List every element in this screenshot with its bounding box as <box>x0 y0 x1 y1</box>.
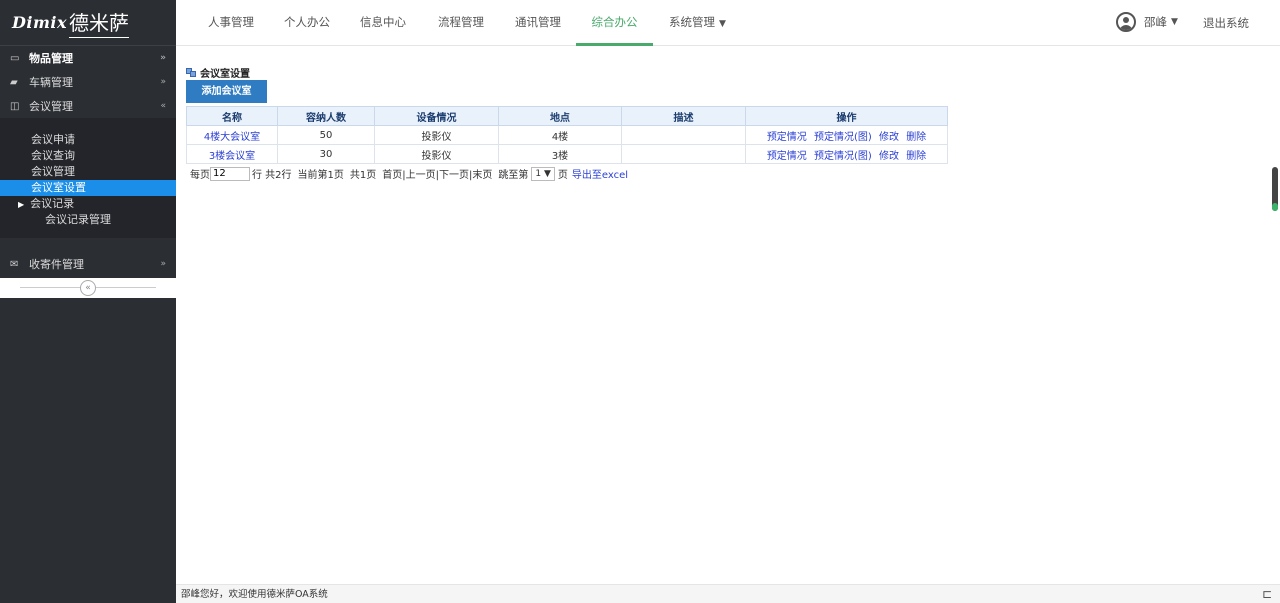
scrollbar[interactable] <box>1272 167 1278 211</box>
sidebar: Dimix 德米萨 ▭ 物品管理 » ▰ 车辆管理 » ◫ 会议管理 « 会议申… <box>0 0 176 603</box>
room-name-cell: 3楼会议室 <box>186 144 278 164</box>
actions-cell: 预定情况 预定情况(图) 修改 删除 <box>745 144 948 164</box>
total-pages: 共1页 <box>349 170 377 181</box>
user-name: 邵峰 <box>1144 15 1167 29</box>
per-page-input[interactable] <box>210 166 250 181</box>
export-excel-link[interactable]: 导出至excel <box>572 166 628 181</box>
edit-link[interactable]: 修改 <box>879 132 899 143</box>
sidebar-group-label: 物品管理 <box>29 52 73 65</box>
description-cell <box>621 144 746 164</box>
collapse-sidebar-button[interactable]: « <box>80 280 96 296</box>
chevron-down-icon: » <box>160 77 166 87</box>
table-row: 4楼大会议室 50 投影仪 4楼 预定情况 预定情况(图) 修改 删除 <box>186 125 948 145</box>
caret-down-icon: ▼ <box>719 19 726 29</box>
capacity-cell: 50 <box>277 125 375 145</box>
page-nav-links[interactable]: 首页|上一页|下一页|末页 <box>382 166 492 181</box>
caret-down-icon: ▼ <box>1171 17 1178 27</box>
nav-personal[interactable]: 个人办公 <box>284 0 330 46</box>
meeting-submenu: 会议申请 会议查询 会议管理 会议室设置 ▶ 会议记录 会议记录管理 <box>0 118 176 238</box>
return-icon[interactable]: ⊏ <box>1262 585 1272 603</box>
page-select[interactable]: 1 ▼ <box>531 166 555 181</box>
tray-icon: ▭ <box>10 52 20 64</box>
column-header: 名称 <box>186 106 278 126</box>
nav-general-office[interactable]: 综合办公 <box>576 0 653 46</box>
room-name-link[interactable]: 4楼大会议室 <box>204 132 260 143</box>
logo-latin: Dimix <box>12 13 67 32</box>
chevron-down-icon: » <box>160 53 166 63</box>
footer-greeting: 邵峰您好，欢迎使用德米萨OA系统 <box>181 589 328 600</box>
location-cell: 4楼 <box>498 125 622 145</box>
chevron-down-icon: » <box>160 259 166 269</box>
booking-chart-link[interactable]: 预定情况(图) <box>814 151 872 162</box>
nav-hr[interactable]: 人事管理 <box>208 0 254 46</box>
sidebar-group-vehicles[interactable]: ▰ 车辆管理 » <box>0 70 176 94</box>
column-header: 描述 <box>621 106 746 126</box>
sidebar-group-label: 车辆管理 <box>29 76 73 89</box>
actions-cell: 预定情况 预定情况(图) 修改 删除 <box>745 125 948 145</box>
delete-link[interactable]: 删除 <box>906 151 926 162</box>
capacity-cell: 30 <box>277 144 375 164</box>
sidebar-item-meeting-manage[interactable]: 会议管理 <box>0 164 176 180</box>
rows-info: 行 共2行 <box>252 170 292 181</box>
nav-info[interactable]: 信息中心 <box>360 0 406 46</box>
nav-system-label: 系统管理 <box>669 15 715 29</box>
description-cell <box>621 125 746 145</box>
table-row: 3楼会议室 30 投影仪 3楼 预定情况 预定情况(图) 修改 删除 <box>186 144 948 164</box>
page-suffix: 页 <box>557 170 568 181</box>
page-title-text: 会议室设置 <box>200 69 250 80</box>
nav-system[interactable]: 系统管理 ▼ <box>669 0 726 46</box>
logout-link[interactable]: 退出系统 <box>1203 0 1249 46</box>
main-content: 会议室设置 添加会议室 名称 容纳人数 设备情况 地点 描述 操作 4楼大会议室… <box>176 47 1280 584</box>
booking-status-link[interactable]: 预定情况 <box>767 132 807 143</box>
current-page: 当前第1页 <box>297 170 344 181</box>
sidebar-group-label: 收寄件管理 <box>29 258 84 271</box>
columns-icon: ◫ <box>10 100 20 112</box>
sidebar-item-meeting-apply[interactable]: 会议申请 <box>0 132 176 148</box>
avatar <box>1116 12 1136 32</box>
per-page-label: 每页 <box>190 170 210 181</box>
page-title: 会议室设置 <box>186 65 250 80</box>
location-cell: 3楼 <box>498 144 622 164</box>
triangle-right-icon: ▶ <box>18 200 25 209</box>
sidebar-item-room-settings[interactable]: 会议室设置 <box>0 180 176 196</box>
jump-label: 跳至第 <box>498 170 529 181</box>
edit-link[interactable]: 修改 <box>879 151 899 162</box>
sidebar-collapse-bar: « <box>0 278 176 298</box>
rooms-icon <box>186 67 197 78</box>
column-header: 操作 <box>745 106 948 126</box>
logo-chinese: 德米萨 <box>69 7 129 38</box>
equipment-cell: 投影仪 <box>374 125 499 145</box>
user-menu[interactable]: 邵峰 ▼ <box>1116 12 1178 32</box>
footer: 邵峰您好，欢迎使用德米萨OA系统 ⊏ <box>176 584 1280 603</box>
sidebar-group-meetings[interactable]: ◫ 会议管理 « <box>0 94 176 118</box>
equipment-cell: 投影仪 <box>374 144 499 164</box>
pagination: 每页 行 共2行 当前第1页 共1页 首页|上一页|下一页|末页 跳至第 1 ▼… <box>190 166 628 181</box>
nav-workflow[interactable]: 流程管理 <box>438 0 484 46</box>
sidebar-group-label: 会议管理 <box>29 100 73 113</box>
logo[interactable]: Dimix 德米萨 <box>0 0 176 46</box>
room-name-link[interactable]: 3楼会议室 <box>209 151 255 162</box>
delete-link[interactable]: 删除 <box>906 132 926 143</box>
booking-chart-link[interactable]: 预定情况(图) <box>814 132 872 143</box>
room-name-cell: 4楼大会议室 <box>186 125 278 145</box>
add-room-button[interactable]: 添加会议室 <box>186 80 267 103</box>
sidebar-item-meeting-query[interactable]: 会议查询 <box>0 148 176 164</box>
column-header: 地点 <box>498 106 622 126</box>
top-navbar: 人事管理 个人办公 信息中心 流程管理 通讯管理 综合办公 系统管理 ▼ 邵峰 ▼… <box>176 0 1280 46</box>
table-header-row: 名称 容纳人数 设备情况 地点 描述 操作 <box>186 106 948 126</box>
chevron-up-icon: « <box>160 101 166 111</box>
sidebar-item-meeting-records[interactable]: ▶ 会议记录 <box>0 196 176 212</box>
envelope-icon: ✉ <box>10 258 19 270</box>
sidebar-group-items[interactable]: ▭ 物品管理 » <box>0 46 176 70</box>
sidebar-item-record-manage[interactable]: 会议记录管理 <box>0 212 176 228</box>
sidebar-group-mail[interactable]: ✉ 收寄件管理 » <box>0 252 176 276</box>
column-header: 容纳人数 <box>277 106 375 126</box>
sidebar-item-label: 会议记录 <box>30 197 75 210</box>
nav-comms[interactable]: 通讯管理 <box>515 0 561 46</box>
booking-status-link[interactable]: 预定情况 <box>767 151 807 162</box>
rooms-table: 名称 容纳人数 设备情况 地点 描述 操作 4楼大会议室 50 投影仪 4楼 预… <box>186 106 948 164</box>
column-header: 设备情况 <box>374 106 499 126</box>
truck-icon: ▰ <box>10 76 18 88</box>
